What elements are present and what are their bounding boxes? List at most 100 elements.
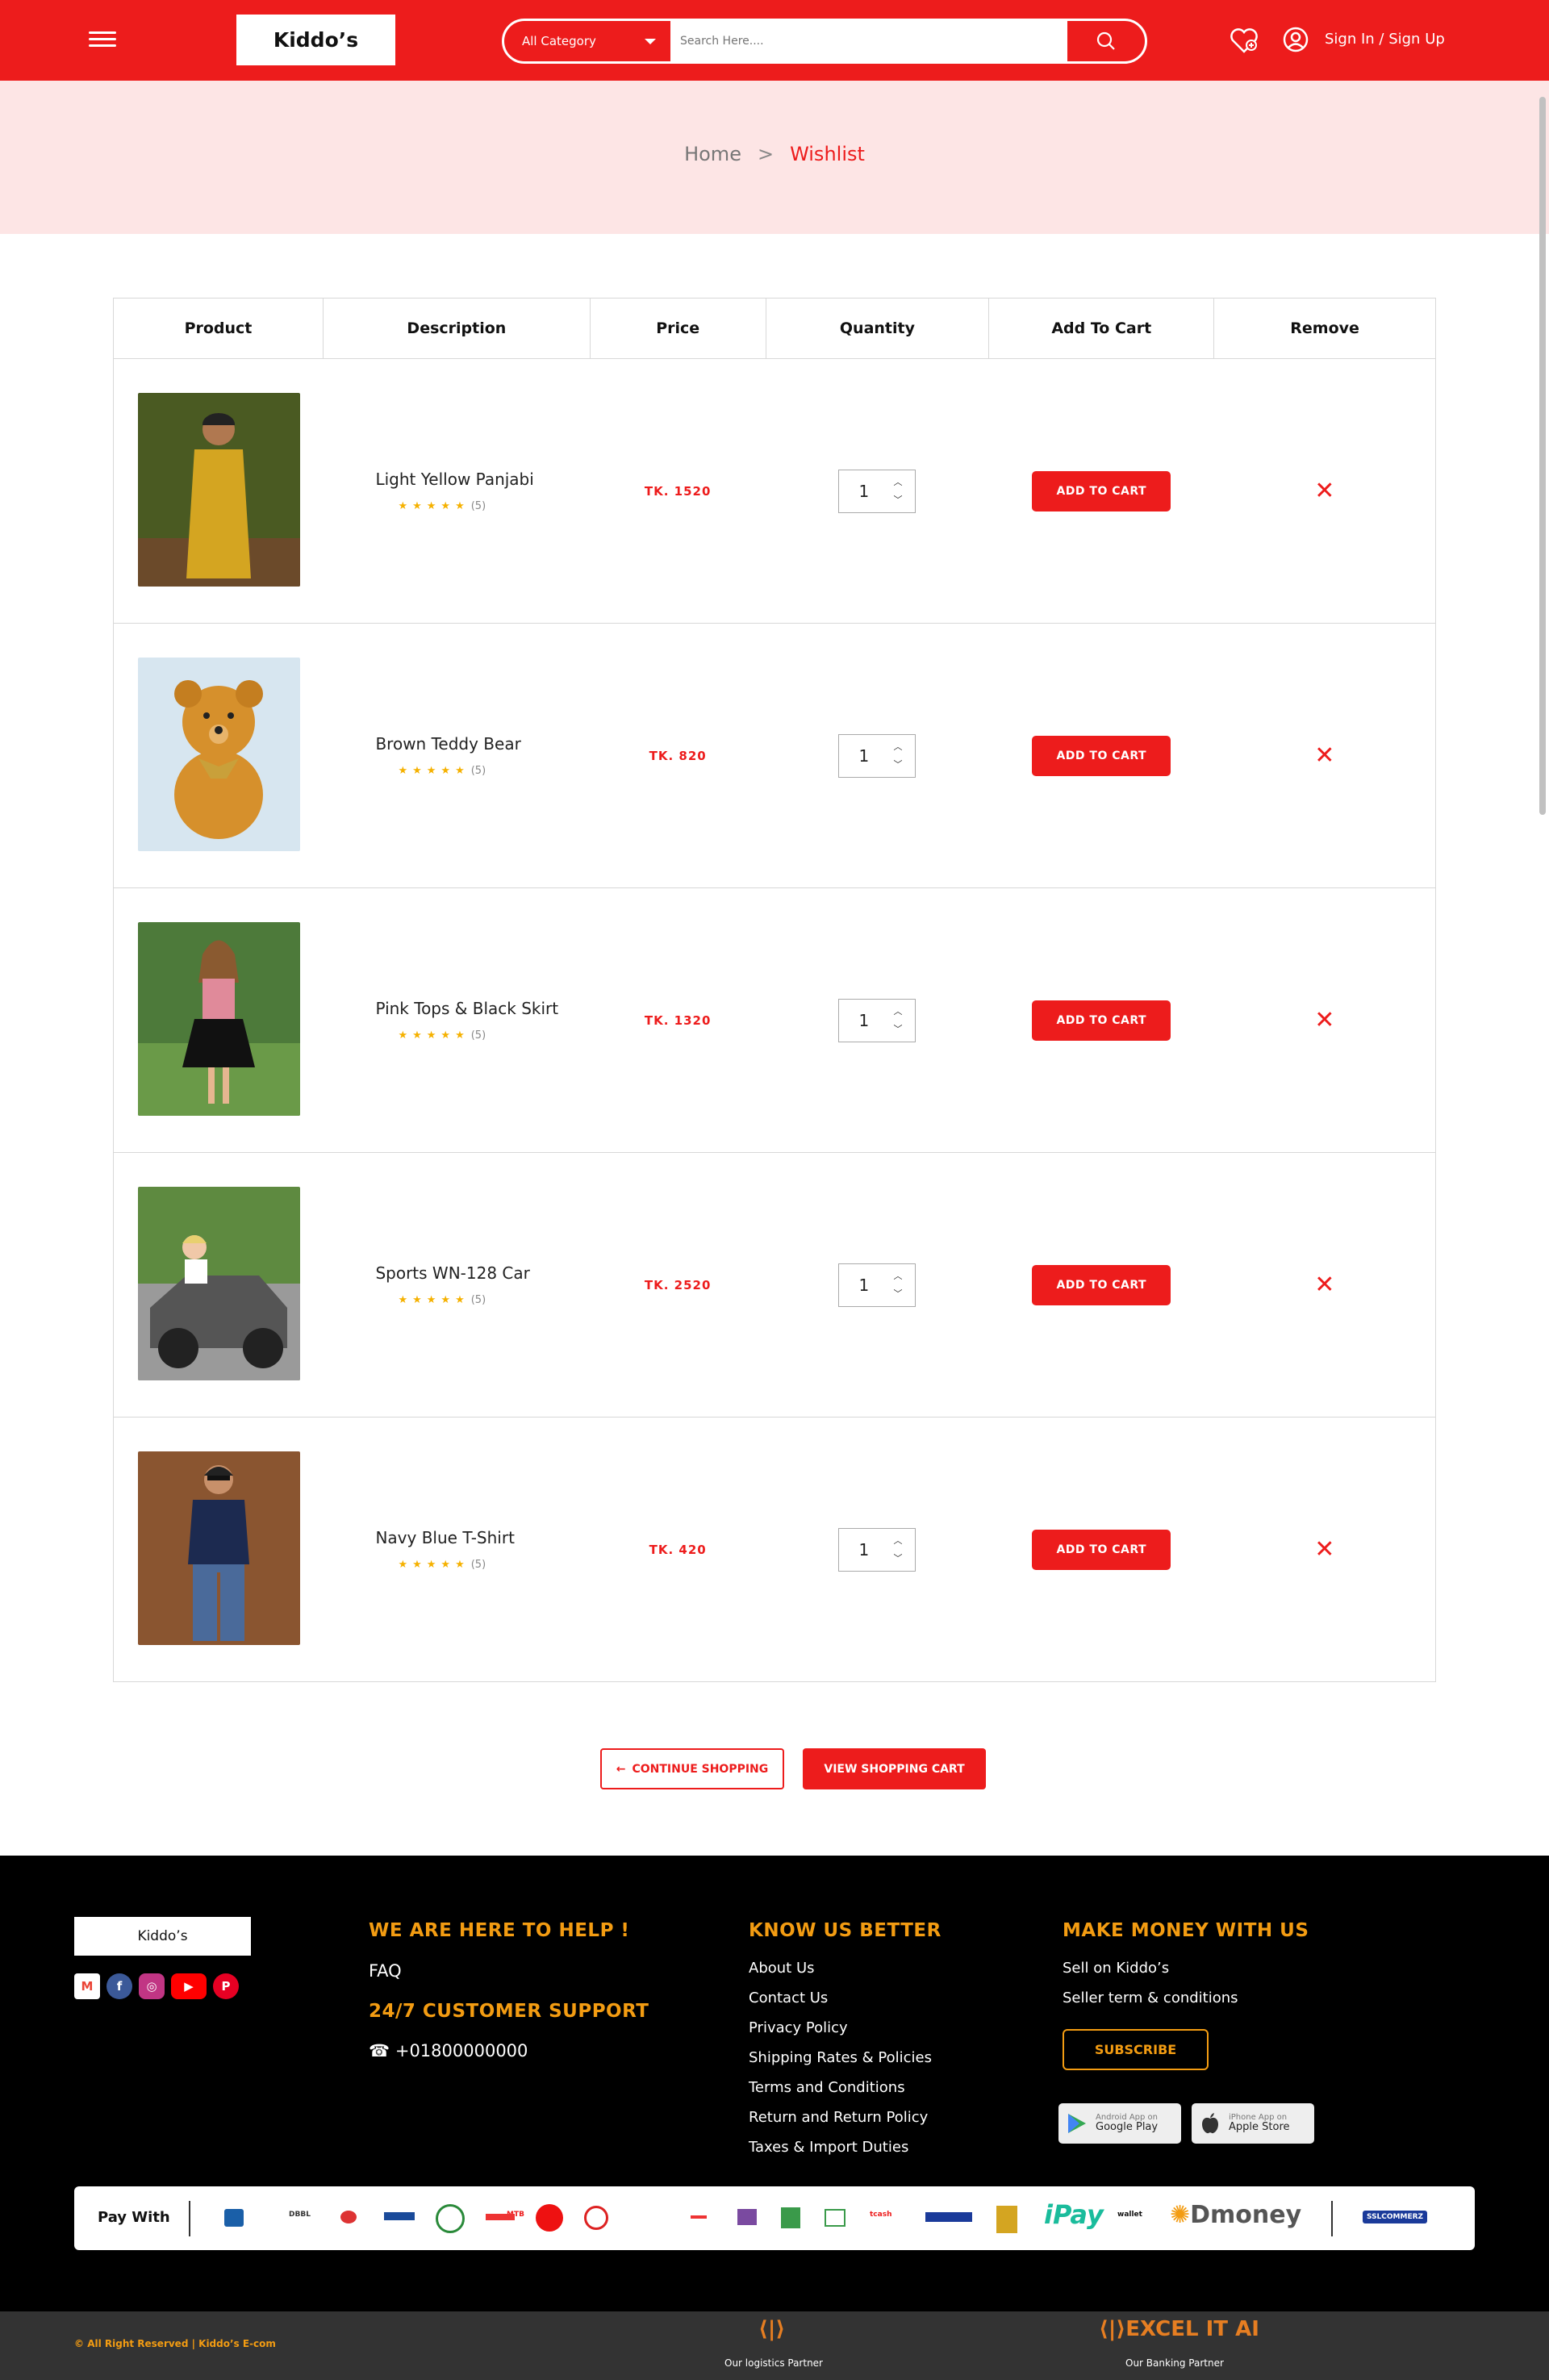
product-image[interactable] xyxy=(138,1451,300,1645)
table-header: Product Description Price Quantity Add T… xyxy=(113,298,1436,359)
footer-link-return[interactable]: Return and Return Policy xyxy=(749,2109,928,2126)
facebook-icon[interactable]: f xyxy=(106,1973,132,1999)
quantity-stepper[interactable]: 1 ︿ ﹀ xyxy=(838,1263,916,1307)
product-name[interactable]: Sports WN-128 Car xyxy=(375,1263,590,1283)
chevron-down-icon[interactable]: ﹀ xyxy=(893,1022,902,1035)
social-links: M f ◎ ▶ P xyxy=(74,1973,239,1999)
footer-logo[interactable]: Kiddo’s xyxy=(74,1917,251,1956)
product-image[interactable] xyxy=(138,657,300,851)
quantity-stepper[interactable]: 1 ︿ ﹀ xyxy=(838,733,916,778)
add-to-cart-button[interactable]: ADD TO CART xyxy=(1032,735,1171,776)
chevron-up-icon[interactable]: ︿ xyxy=(893,475,902,488)
remove-icon[interactable]: ✕ xyxy=(1214,741,1435,770)
excel-mark-icon: ⟨|⟩ xyxy=(1099,2317,1126,2341)
bank-logo-9 xyxy=(691,2215,707,2219)
search-bar: All Category xyxy=(502,19,1147,64)
product-price: TK. 1320 xyxy=(644,1013,712,1028)
quantity-value[interactable]: 1 xyxy=(858,1276,869,1295)
dmoney-label: Dmoney xyxy=(1190,2201,1302,2229)
phone-number[interactable]: ☎ +01800000000 xyxy=(369,2041,528,2061)
copyright-text: All Right Reserved | Kiddo’s E-com xyxy=(87,2338,276,2349)
quantity-value[interactable]: 1 xyxy=(858,746,869,766)
quantity-stepper[interactable]: 1 ︿ ﹀ xyxy=(838,469,916,513)
user-icon[interactable] xyxy=(1283,27,1309,52)
view-cart-button[interactable]: VIEW SHOPPING CART xyxy=(803,1748,986,1789)
rating-count: (5) xyxy=(470,1294,486,1306)
breadcrumb-home[interactable]: Home xyxy=(684,143,741,165)
pay-with-label: Pay With xyxy=(98,2209,170,2226)
add-to-cart-button[interactable]: ADD TO CART xyxy=(1032,1529,1171,1570)
product-price: TK. 1520 xyxy=(644,483,712,499)
dmoney-logo: ✺Dmoney xyxy=(1170,2201,1301,2229)
footer-link-sell[interactable]: Sell on Kiddo’s xyxy=(1063,1960,1169,1977)
chevron-up-icon[interactable]: ︿ xyxy=(893,1004,902,1017)
remove-icon[interactable]: ✕ xyxy=(1214,1535,1435,1564)
scrollbar[interactable] xyxy=(1539,97,1546,815)
logo[interactable]: Kiddo’s xyxy=(236,15,395,65)
chevron-up-icon[interactable]: ︿ xyxy=(893,1269,902,1282)
product-name[interactable]: Pink Tops & Black Skirt xyxy=(375,999,590,1018)
instagram-icon[interactable]: ◎ xyxy=(139,1973,165,1999)
chevron-up-icon[interactable]: ︿ xyxy=(893,1534,902,1547)
footer-link-shipping[interactable]: Shipping Rates & Policies xyxy=(749,2049,932,2066)
chevron-down-icon xyxy=(645,39,656,44)
youtube-icon[interactable]: ▶ xyxy=(171,1973,207,1999)
product-image[interactable] xyxy=(138,1186,300,1380)
product-price: TK. 820 xyxy=(649,748,707,763)
quantity-value[interactable]: 1 xyxy=(858,1011,869,1030)
menu-icon[interactable] xyxy=(89,27,116,52)
footer-link-taxes[interactable]: Taxes & Import Duties xyxy=(749,2139,908,2156)
chevron-down-icon[interactable]: ﹀ xyxy=(893,1287,902,1300)
quantity-stepper[interactable]: 1 ︿ ﹀ xyxy=(838,998,916,1042)
remove-icon[interactable]: ✕ xyxy=(1214,1006,1435,1034)
category-select[interactable]: All Category xyxy=(504,21,670,61)
product-image[interactable] xyxy=(138,921,300,1116)
subscribe-button[interactable]: SUBSCRIBE xyxy=(1063,2029,1209,2070)
apple-icon xyxy=(1202,2113,1218,2134)
excel-label: EXCEL IT AI xyxy=(1125,2317,1259,2341)
gmail-icon[interactable]: M xyxy=(74,1973,100,1999)
tcash-logo: tcash xyxy=(870,2211,892,2219)
search-button[interactable] xyxy=(1067,21,1145,61)
quantity-value[interactable]: 1 xyxy=(858,1540,869,1560)
google-play-button[interactable]: Android App on Google Play xyxy=(1058,2103,1181,2144)
footer-link-privacy[interactable]: Privacy Policy xyxy=(749,2019,848,2036)
pinterest-icon[interactable]: P xyxy=(213,1973,239,1999)
product-name[interactable]: Navy Blue T-Shirt xyxy=(375,1528,590,1547)
remove-icon[interactable]: ✕ xyxy=(1214,1271,1435,1299)
footer-link-about[interactable]: About Us xyxy=(749,1960,815,1977)
bank-logo-11 xyxy=(781,2207,800,2228)
quantity-value[interactable]: 1 xyxy=(858,482,869,501)
footer-link-contact[interactable]: Contact Us xyxy=(749,1990,828,2006)
add-to-cart-button[interactable]: ADD TO CART xyxy=(1032,470,1171,511)
footer-link-seller-terms[interactable]: Seller term & conditions xyxy=(1063,1990,1238,2006)
bank-logo-5 xyxy=(436,2204,465,2233)
add-to-cart-button[interactable]: ADD TO CART xyxy=(1032,1264,1171,1305)
rating-count: (5) xyxy=(470,500,486,512)
bank-logo-8 xyxy=(584,2206,608,2230)
rating-stars: ★★★★★ (5) xyxy=(398,1294,486,1306)
chevron-up-icon[interactable]: ︿ xyxy=(893,740,902,753)
add-to-cart-button[interactable]: ADD TO CART xyxy=(1032,1000,1171,1041)
wallet-logo: wallet xyxy=(1117,2211,1142,2219)
faq-link[interactable]: FAQ xyxy=(369,1961,402,1981)
product-name[interactable]: Brown Teddy Bear xyxy=(375,734,590,754)
continue-shopping-label: CONTINUE SHOPPING xyxy=(632,1762,769,1776)
support-heading: 24/7 CUSTOMER SUPPORT xyxy=(369,2001,649,2022)
search-input[interactable] xyxy=(680,21,1035,61)
chevron-down-icon[interactable]: ﹀ xyxy=(893,1551,902,1564)
chevron-down-icon[interactable]: ﹀ xyxy=(893,758,902,770)
apple-store-button[interactable]: iPhone App on Apple Store xyxy=(1192,2103,1314,2144)
bank-logo-1 xyxy=(224,2209,244,2227)
product-name[interactable]: Light Yellow Panjabi xyxy=(375,470,590,489)
signin-link[interactable]: Sign In / Sign Up xyxy=(1325,31,1445,48)
continue-shopping-button[interactable]: ← CONTINUE SHOPPING xyxy=(600,1748,784,1789)
footer-link-terms[interactable]: Terms and Conditions xyxy=(749,2079,905,2096)
remove-icon[interactable]: ✕ xyxy=(1214,477,1435,505)
product-image[interactable] xyxy=(138,392,300,587)
quantity-stepper[interactable]: 1 ︿ ﹀ xyxy=(838,1527,916,1572)
chevron-down-icon[interactable]: ﹀ xyxy=(893,493,902,506)
column-header: Price xyxy=(589,298,766,359)
wishlist-heart-icon[interactable] xyxy=(1228,26,1260,55)
rating-stars: ★★★★★ (5) xyxy=(398,1029,486,1042)
